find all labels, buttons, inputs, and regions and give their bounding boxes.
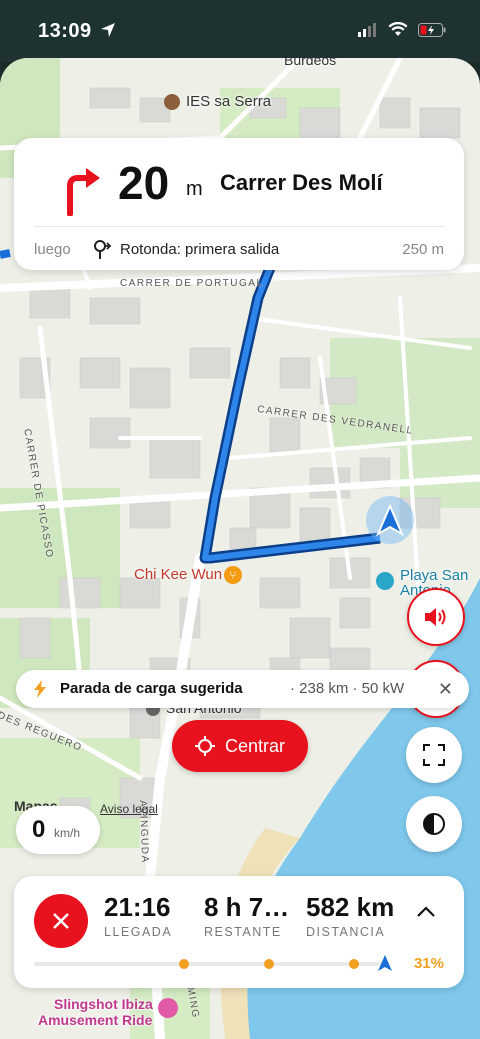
legal-notice-link[interactable]: Aviso legal — [100, 802, 158, 816]
speed-unit: km/h — [54, 826, 81, 840]
poi-restaurant[interactable]: Chi Kee Wun — [134, 566, 222, 583]
charge-meta: · 238 km · 50 kW — [290, 680, 405, 697]
poi-beach-line1[interactable]: Playa San — [400, 568, 468, 583]
destination-arrow-icon — [378, 955, 392, 971]
center-label: Centrar — [224, 735, 286, 756]
next-maneuver-text: Rotonda: primera salida — [120, 241, 280, 258]
poi-slingshot-line2[interactable]: Amusement Ride — [38, 1012, 152, 1028]
sound-button[interactable] — [407, 588, 465, 646]
distance-value: 582 km — [306, 892, 395, 922]
arrival-label: LLEGADA — [104, 925, 173, 939]
remaining-label: RESTANTE — [204, 925, 282, 939]
charge-stop-banner[interactable]: Parada de carga sugerida · 238 km · 50 k… — [16, 670, 469, 708]
remaining-block: 8 h 7… RESTANTE — [204, 892, 289, 939]
poi-slingshot-line1[interactable]: Slingshot Ibiza — [54, 996, 153, 1012]
cellular-signal-icon — [358, 22, 376, 37]
battery-icon — [418, 22, 446, 37]
divider — [34, 226, 444, 227]
charge-stop-marker — [179, 959, 189, 969]
amusement-icon[interactable] — [158, 998, 178, 1018]
charge-stop-marker — [349, 959, 359, 969]
bolt-icon — [34, 680, 46, 698]
speaker-icon — [425, 608, 446, 626]
contrast-icon — [423, 813, 445, 835]
expand-icon — [423, 744, 445, 766]
status-time: 13:09 — [38, 20, 92, 42]
restaurant-icon[interactable]: ⑂ — [224, 566, 242, 584]
location-arrow-icon — [101, 23, 115, 37]
fullscreen-button[interactable] — [406, 727, 462, 783]
speedometer: 0 km/h — [16, 806, 100, 854]
maneuver-street: Carrer Des Molí — [220, 170, 383, 195]
speed-value: 0 — [32, 816, 46, 843]
turn-instruction-card[interactable]: 20 m Carrer Des Molí luego Rotonda: prim… — [14, 138, 464, 270]
maneuver-distance: 20 — [118, 157, 170, 209]
contrast-button[interactable] — [406, 796, 462, 852]
then-label: luego — [34, 241, 71, 258]
close-icon — [53, 913, 69, 929]
maneuver-unit: m — [186, 178, 203, 200]
end-navigation-button[interactable] — [34, 894, 88, 948]
arrival-value: 21:16 — [104, 892, 171, 922]
trip-summary-card[interactable]: 21:16 LLEGADA 8 h 7… RESTANTE 582 km DIS… — [14, 876, 464, 988]
distance-label: DISTANCIA — [306, 925, 386, 939]
trip-progress-bar — [34, 955, 392, 971]
center-button[interactable]: Centrar — [172, 720, 308, 772]
beach-icon[interactable] — [376, 572, 394, 590]
chevron-up-icon[interactable] — [416, 906, 436, 918]
street-portugal: CARRER DE PORTUGAL — [120, 278, 264, 289]
close-icon[interactable]: ✕ — [438, 679, 453, 700]
distance-block: 582 km DISTANCIA — [306, 892, 394, 939]
battery-percent: 31% — [413, 955, 444, 972]
remaining-value: 8 h 7… — [204, 892, 290, 922]
poi-ies[interactable]: IES sa Serra — [186, 93, 271, 110]
next-maneuver-distance: 250 m — [402, 241, 444, 258]
charge-stop-marker — [264, 959, 274, 969]
charge-title: Parada de carga sugerida — [60, 680, 243, 697]
turn-right-arrow-icon — [67, 168, 100, 216]
status-bar: 13:09 — [0, 0, 480, 62]
wifi-icon — [388, 22, 408, 36]
arrival-block: 21:16 LLEGADA — [104, 892, 172, 939]
poi-burdeos[interactable]: Burdeos — [284, 58, 336, 68]
crosshair-icon — [194, 736, 215, 756]
roundabout-icon — [94, 240, 112, 259]
school-icon[interactable] — [164, 94, 180, 110]
